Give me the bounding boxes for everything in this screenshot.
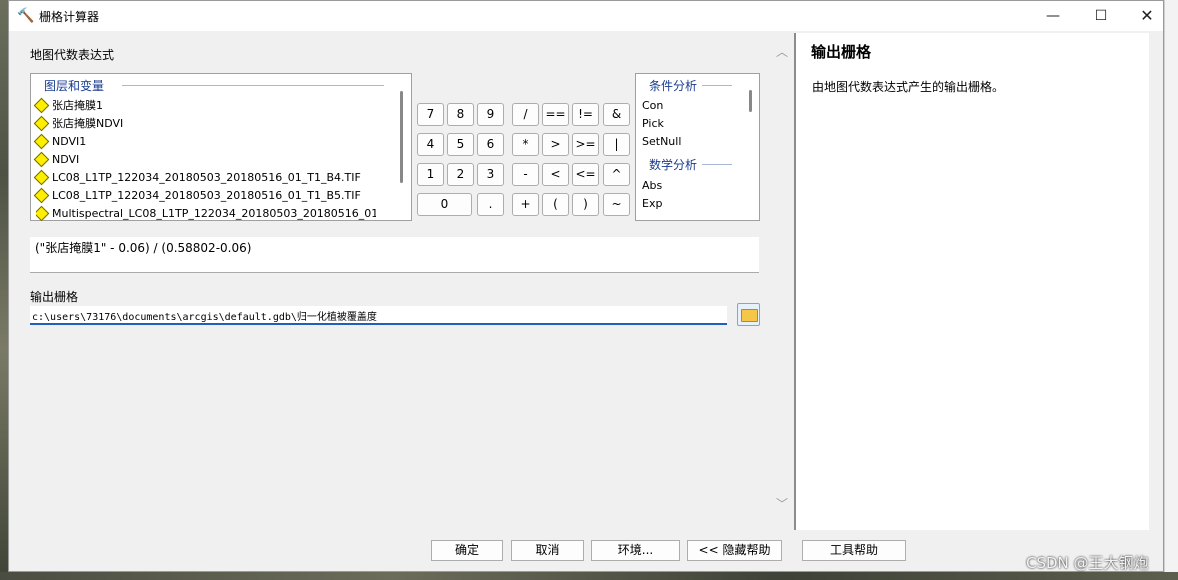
- tool-help-button[interactable]: 工具帮助: [802, 540, 906, 561]
- key-divide[interactable]: /: [512, 103, 539, 126]
- layer-icon: [33, 187, 50, 203]
- key-1[interactable]: 1: [417, 163, 444, 186]
- environments-button[interactable]: 环境...: [591, 540, 680, 561]
- minimize-button[interactable]: —: [1030, 1, 1076, 31]
- functions-list[interactable]: 条件分析 Con Pick SetNull 数学分析 Abs Exp: [635, 73, 760, 221]
- key-less[interactable]: <: [542, 163, 569, 186]
- key-2[interactable]: 2: [447, 163, 474, 186]
- output-raster-label: 输出栅格: [30, 290, 79, 304]
- layer-icon: [33, 133, 50, 149]
- key-xor[interactable]: ^: [603, 163, 630, 186]
- raster-calculator-dialog: 🔨 栅格计算器 — ☐ ✕ 地图代数表达式 图层和变量 张店掩膜1 张店掩膜ND…: [8, 0, 1164, 572]
- key-6[interactable]: 6: [477, 133, 504, 156]
- key-0[interactable]: 0: [417, 193, 472, 216]
- layer-icon: [33, 169, 50, 185]
- key-8[interactable]: 8: [447, 103, 474, 126]
- key-close-paren[interactable]: ): [572, 193, 599, 216]
- help-title: 输出栅格: [811, 43, 872, 61]
- expression-editor[interactable]: ("张店掩膜1" - 0.06) / (0.58802-0.06): [30, 237, 759, 273]
- layer-icon: [33, 115, 50, 131]
- layer-item[interactable]: 张店掩膜1: [33, 97, 103, 115]
- window-title: 栅格计算器: [39, 10, 100, 24]
- maximize-button[interactable]: ☐: [1078, 1, 1124, 31]
- key-3[interactable]: 3: [477, 163, 504, 186]
- parameters-scrollbar[interactable]: ︿ ﹀: [775, 31, 789, 511]
- layer-item[interactable]: NDVI: [33, 151, 79, 169]
- scroll-down-icon[interactable]: ﹀: [776, 495, 788, 512]
- key-open-paren[interactable]: (: [542, 193, 569, 216]
- key-plus[interactable]: +: [512, 193, 539, 216]
- key-or[interactable]: |: [603, 133, 630, 156]
- layer-item[interactable]: 张店掩膜NDVI: [33, 115, 123, 133]
- function-item[interactable]: Abs: [642, 179, 662, 192]
- background-window-edge: [1164, 0, 1178, 580]
- key-greater[interactable]: >: [542, 133, 569, 156]
- math-group-header: 数学分析: [649, 158, 698, 172]
- layers-list[interactable]: 图层和变量 张店掩膜1 张店掩膜NDVI NDVI1 NDVI LC08_L1T…: [30, 73, 412, 221]
- layer-icon: [36, 205, 50, 221]
- layer-item[interactable]: LC08_L1TP_122034_20180503_20180516_01_T1…: [33, 169, 361, 187]
- output-raster-path: c:\users\73176\documents\arcgis\default.…: [32, 312, 377, 323]
- key-minus[interactable]: -: [512, 163, 539, 186]
- close-button[interactable]: ✕: [1124, 1, 1170, 31]
- map-algebra-label: 地图代数表达式: [30, 48, 115, 62]
- function-item[interactable]: Exp: [642, 197, 662, 210]
- layers-group-header: 图层和变量: [44, 79, 105, 93]
- key-9[interactable]: 9: [477, 103, 504, 126]
- layer-icon: [33, 97, 50, 113]
- key-7[interactable]: 7: [417, 103, 444, 126]
- key-5[interactable]: 5: [447, 133, 474, 156]
- key-4[interactable]: 4: [417, 133, 444, 156]
- function-item[interactable]: SetNull: [642, 135, 681, 148]
- key-and[interactable]: &: [603, 103, 630, 126]
- layers-scrollbar[interactable]: [400, 91, 403, 183]
- help-body: 由地图代数表达式产生的输出栅格。: [812, 80, 1005, 94]
- browse-button[interactable]: [737, 303, 760, 326]
- watermark: CSDN @王大钢炮: [1026, 554, 1149, 572]
- output-raster-input[interactable]: c:\users\73176\documents\arcgis\default.…: [30, 306, 727, 325]
- layer-icon: [33, 151, 50, 167]
- layer-item[interactable]: Multispectral_LC08_L1TP_122034_20180503_…: [36, 205, 376, 221]
- help-pane: 输出栅格 由地图代数表达式产生的输出栅格。: [794, 33, 1149, 530]
- hide-help-button[interactable]: << 隐藏帮助: [687, 540, 782, 561]
- function-item[interactable]: Con: [642, 99, 663, 112]
- conditional-group-header: 条件分析: [649, 79, 698, 93]
- functions-scrollbar[interactable]: [749, 90, 752, 112]
- tool-parameters-pane: 地图代数表达式 图层和变量 张店掩膜1 张店掩膜NDVI NDVI1 NDVI …: [9, 31, 794, 530]
- hammer-icon: 🔨: [17, 8, 35, 24]
- group-divider: [702, 85, 732, 86]
- cancel-button[interactable]: 取消: [511, 540, 584, 561]
- key-decimal[interactable]: .: [477, 193, 504, 216]
- desktop-background-bottom: [0, 572, 1178, 580]
- title-bar[interactable]: 🔨 栅格计算器 — ☐ ✕: [9, 1, 1163, 31]
- layer-item[interactable]: NDVI1: [33, 133, 86, 151]
- key-multiply[interactable]: *: [512, 133, 539, 156]
- group-divider: [122, 85, 384, 86]
- key-not-equal[interactable]: !=: [572, 103, 599, 126]
- ok-button[interactable]: 确定: [431, 540, 503, 561]
- expression-text: ("张店掩膜1" - 0.06) / (0.58802-0.06): [35, 241, 252, 255]
- folder-icon: [741, 309, 758, 322]
- function-item[interactable]: Pick: [642, 117, 664, 130]
- layer-item[interactable]: LC08_L1TP_122034_20180503_20180516_01_T1…: [33, 187, 361, 205]
- key-greater-equal[interactable]: >=: [572, 133, 599, 156]
- key-equal[interactable]: ==: [542, 103, 569, 126]
- key-not[interactable]: ~: [603, 193, 630, 216]
- scroll-up-icon[interactable]: ︿: [776, 43, 788, 60]
- group-divider: [702, 164, 732, 165]
- key-less-equal[interactable]: <=: [572, 163, 599, 186]
